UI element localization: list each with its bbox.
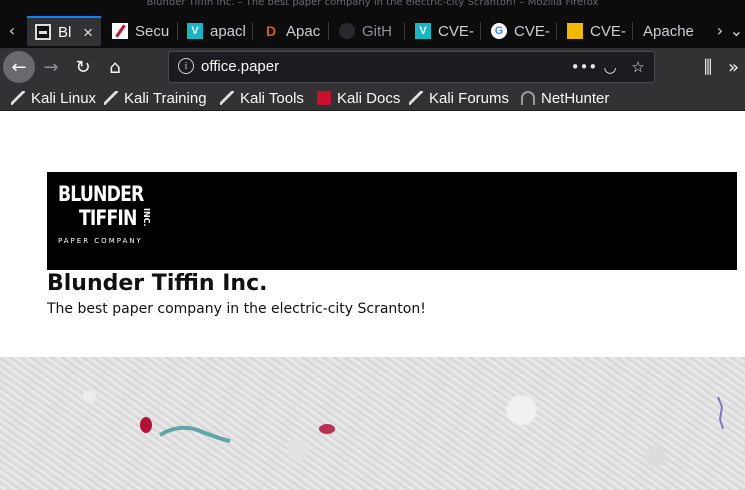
tab-label: Bl — [58, 23, 72, 41]
bookmark-kali-docs[interactable]: Kali Docs — [317, 88, 400, 108]
address-bar[interactable]: i office.paper ••• ◡ ☆ — [168, 51, 655, 83]
exploit-favicon — [567, 23, 583, 39]
logo-text-tiffin: TIFFIN — [79, 206, 137, 230]
tab-apache[interactable]: Apache — [635, 16, 705, 46]
tab-label: Apac — [286, 22, 321, 40]
tab-cve-google[interactable]: G CVE- — [483, 16, 557, 46]
tab-blunder-tiffin[interactable]: Bl × — [27, 16, 101, 46]
kali-dragon-icon — [104, 91, 118, 105]
bookmark-label: Kali Tools — [240, 89, 304, 107]
scroll-tabs-left-icon[interactable]: ‹ — [0, 12, 24, 48]
bookmark-label: Kali Training — [124, 89, 207, 107]
tab-label: Apache — [643, 22, 694, 40]
kali-dragon-icon — [220, 91, 234, 105]
security-favicon — [112, 23, 128, 39]
tab-label: CVE- — [514, 22, 550, 40]
tab-github[interactable]: GitH — [331, 16, 405, 46]
kali-docs-icon — [317, 91, 331, 105]
bookmarks-toolbar: Kali Linux Kali Training Kali Tools Kali… — [0, 86, 745, 111]
tab-strip: ‹ Bl × Secu V apacl D Apac GitH V CVE- G… — [0, 12, 745, 48]
bookmark-star-icon[interactable]: ☆ — [626, 55, 650, 79]
bookmark-nethunter[interactable]: NetHunter — [521, 88, 609, 108]
tab-label: GitH — [362, 22, 392, 40]
bookmark-kali-tools[interactable]: Kali Tools — [220, 88, 304, 108]
library-icon[interactable]: ⫼ — [693, 52, 723, 82]
nethunter-icon — [521, 91, 535, 105]
blunder-tiffin-favicon — [35, 24, 51, 40]
address-bar-url[interactable]: office.paper — [201, 58, 279, 75]
bookmark-label: Kali Forums — [429, 89, 510, 107]
page-actions-icon[interactable]: ••• — [571, 55, 598, 79]
bookmark-kali-forums[interactable]: Kali Forums — [409, 88, 509, 108]
page-content: BLUNDER TIFFIN INC. PAPER COMPANY Blunde… — [0, 111, 745, 490]
overflow-icon[interactable]: » — [722, 52, 745, 82]
back-icon[interactable]: ← — [3, 51, 35, 83]
vulners-favicon: V — [415, 23, 431, 39]
close-tab-icon[interactable]: × — [83, 23, 93, 43]
dev-favicon: D — [265, 23, 277, 39]
tab-apache-dev[interactable]: D Apac — [255, 16, 329, 46]
tab-apache-vulners[interactable]: V apacl — [179, 16, 253, 46]
header-banner: BLUNDER TIFFIN INC. PAPER COMPANY — [47, 172, 737, 270]
site-title[interactable]: Blunder Tiffin Inc. — [47, 271, 267, 296]
reload-icon[interactable]: ↻ — [68, 52, 98, 82]
forward-icon[interactable]: → — [36, 52, 66, 82]
tab-label: CVE- — [590, 22, 626, 40]
tab-cve-exploit[interactable]: CVE- — [559, 16, 633, 46]
paper-texture-hero-image — [0, 357, 745, 490]
logo-text-paper-company: PAPER COMPANY — [58, 237, 143, 245]
site-tagline: The best paper company in the electric-c… — [47, 301, 426, 317]
navigation-toolbar: ← → ↻ ⌂ i office.paper ••• ◡ ☆ ⫼ » — [0, 48, 745, 86]
kali-dragon-icon — [11, 91, 25, 105]
window-title: Blunder Tiffin Inc. – The best paper com… — [0, 0, 745, 12]
company-logo[interactable]: BLUNDER TIFFIN INC. PAPER COMPANY — [57, 182, 177, 252]
tab-security[interactable]: Secu — [104, 16, 178, 46]
bookmark-kali-training[interactable]: Kali Training — [104, 88, 207, 108]
home-icon[interactable]: ⌂ — [100, 52, 130, 82]
kali-dragon-icon — [409, 91, 423, 105]
pocket-icon[interactable]: ◡ — [598, 55, 622, 79]
site-info-icon[interactable]: i — [178, 58, 194, 74]
tab-label: apacl — [210, 22, 246, 40]
tab-label: CVE- — [438, 22, 474, 40]
bookmark-label: Kali Linux — [31, 89, 97, 107]
logo-text-blunder: BLUNDER — [58, 182, 144, 206]
bookmark-label: Kali Docs — [337, 89, 401, 107]
bookmark-label: NetHunter — [541, 89, 610, 107]
list-all-tabs-icon[interactable]: ⌄ — [728, 12, 745, 48]
github-favicon — [339, 23, 355, 39]
logo-text-inc: INC. — [142, 208, 151, 227]
bookmark-kali-linux[interactable]: Kali Linux — [11, 88, 96, 108]
tab-cve-vulners[interactable]: V CVE- — [407, 16, 481, 46]
vulners-favicon: V — [187, 23, 203, 39]
google-favicon: G — [491, 23, 507, 39]
ink-splatter-decoration — [140, 396, 724, 443]
tab-label: Secu — [135, 22, 170, 40]
